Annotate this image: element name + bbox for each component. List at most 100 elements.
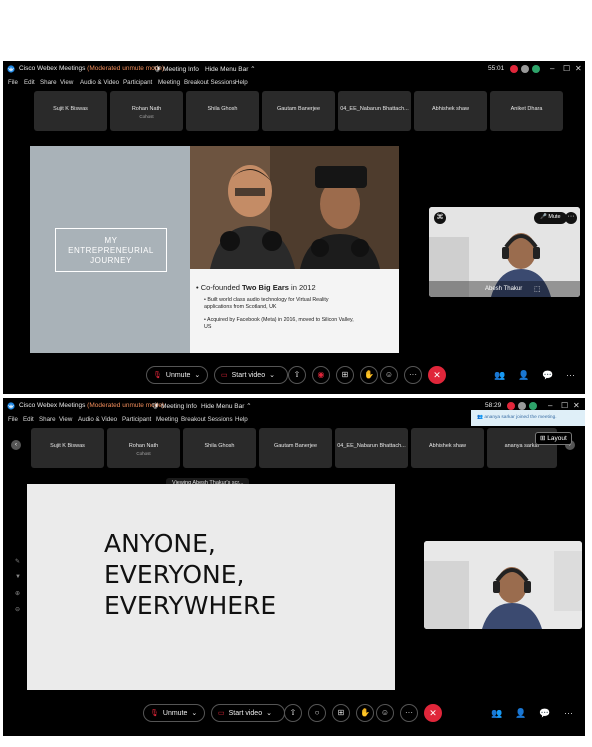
record-button[interactable]: ◉ — [312, 366, 330, 384]
participant-tile[interactable]: Rohan Nath Cohost — [107, 428, 180, 468]
menu-breakout-sessions[interactable]: Breakout Sessions — [181, 416, 233, 423]
more-panels-icon[interactable]: ··· — [566, 370, 575, 380]
menu-audio-video[interactable]: Audio & Video — [78, 416, 117, 423]
menu-audio-video[interactable]: Audio & Video — [80, 79, 119, 86]
chevron-down-icon: ⌄ — [191, 710, 198, 717]
menu-help[interactable]: Help — [235, 416, 248, 423]
start-video-button[interactable]: ▭ Start video ⌄ — [214, 366, 288, 384]
menu-view[interactable]: View — [59, 416, 72, 423]
more-button[interactable]: ··· — [400, 704, 418, 722]
unmute-button[interactable]: 🎙 Unmute ⌄ — [146, 366, 208, 384]
shared-slide: MY ENTREPRENEURIAL JOURNEY • Co-founded … — [30, 146, 399, 353]
control-bar: 🎙 Unmute ⌄ ▭ Start video ⌄ ⇧ ◉ ⊞ ✋ ☺ ··· ✕ 👥… — [3, 366, 585, 390]
chevron-down-icon: ⌄ — [266, 710, 272, 717]
menu-share[interactable]: Share — [39, 416, 56, 423]
participant-tile[interactable]: Abhishek shaw — [414, 91, 487, 131]
app-title: Cisco Webex Meetings (Moderated unmute m… — [19, 402, 165, 409]
menu-participant[interactable]: Participant — [123, 79, 152, 86]
chevron-down-icon: ⌄ — [194, 372, 201, 379]
more-button[interactable]: ··· — [404, 366, 422, 384]
apps-button[interactable]: ⊞ — [336, 366, 354, 384]
participant-tile[interactable]: Aniket Dhara — [490, 91, 563, 131]
share-screen-button[interactable]: ⇧ — [288, 366, 306, 384]
chat-icon[interactable]: 💬 — [542, 370, 553, 381]
menu-edit[interactable]: Edit — [23, 416, 34, 423]
maximize-button[interactable]: ☐ — [563, 64, 570, 73]
mic-muted-icon: 🎙 — [153, 372, 162, 379]
mute-participant-button[interactable]: 🎤 Mute — [534, 212, 567, 224]
menu-meeting[interactable]: Meeting — [158, 79, 180, 86]
participant-tile[interactable]: Gautam Banerjee — [259, 428, 332, 468]
unmute-button[interactable]: 🎙 Unmute ⌄ — [143, 704, 205, 722]
more-panels-icon[interactable]: ··· — [564, 708, 573, 718]
leave-meeting-button[interactable]: ✕ — [428, 366, 446, 384]
meeting-info-button[interactable]: 🛡 Meeting Info — [151, 402, 197, 410]
maximize-button[interactable]: ☐ — [561, 401, 568, 410]
participants-icon[interactable]: 👥 — [494, 370, 505, 381]
zoom-out-icon[interactable]: ⊖ — [15, 606, 20, 613]
speaker-video[interactable] — [424, 541, 582, 629]
menu-view[interactable]: View — [60, 79, 73, 86]
participants-icon[interactable]: 👥 — [491, 708, 502, 719]
share-icon[interactable]: ⬚ — [534, 285, 541, 293]
menu-edit[interactable]: Edit — [24, 79, 35, 86]
meeting-timer: 55:01 — [488, 65, 505, 72]
control-bar: 🎙 Unmute ⌄ ▭ Start video ⌄ ⇧ ○ ⊞ ✋ ☺ ··· ✕ 👥… — [3, 704, 585, 728]
slide-title-box: MY ENTREPRENEURIAL JOURNEY — [55, 228, 167, 272]
reactions-button[interactable]: ☺ — [380, 366, 398, 384]
recording-icon — [510, 65, 518, 73]
menu-participant[interactable]: Participant — [122, 416, 151, 423]
menu-help[interactable]: Help — [235, 79, 248, 86]
participant-tile[interactable]: Abhishek shaw — [411, 428, 484, 468]
participant-tile[interactable]: Gautam Banerjee — [262, 91, 335, 131]
minimize-button[interactable]: – — [548, 401, 552, 410]
chevron-left-icon[interactable]: ‹ — [11, 440, 21, 450]
start-video-button[interactable]: ▭ Start video ⌄ — [211, 704, 285, 722]
layout-button[interactable]: ⊞ Layout — [535, 432, 572, 445]
close-button[interactable]: ✕ — [575, 64, 582, 73]
connection-icon — [529, 402, 537, 410]
webex-logo-icon — [7, 402, 15, 410]
speaker-video[interactable]: ⌘ 🎤 Mute ··· Abesh Thakur ⬚ — [429, 207, 580, 297]
raise-hand-button[interactable]: ✋ — [356, 704, 374, 722]
mic-muted-icon: 🎙 — [150, 710, 159, 717]
app-title: Cisco Webex Meetings (Moderated unmute m… — [19, 65, 165, 72]
participant-list-icon[interactable]: 👤 — [515, 708, 526, 719]
chat-icon[interactable]: 💬 — [539, 708, 550, 719]
more-options-icon[interactable]: ··· — [565, 212, 577, 224]
share-screen-button[interactable]: ⇧ — [284, 704, 302, 722]
participant-tile[interactable]: 04_EE_Nabarun Bhattach... — [338, 91, 411, 131]
participant-tile[interactable]: Shila Ghosh — [183, 428, 256, 468]
meeting-timer: 58:29 — [485, 402, 502, 409]
meeting-info-button[interactable]: 🛡 Meeting Info — [153, 65, 199, 73]
participant-tile[interactable]: Rohan Nath Cohost — [110, 91, 183, 131]
close-button[interactable]: ✕ — [573, 401, 580, 410]
pointer-icon[interactable]: ▼ — [15, 574, 21, 580]
apps-button[interactable]: ⊞ — [332, 704, 350, 722]
participant-tile[interactable]: 04_EE_Nabarun Bhattach... — [335, 428, 408, 468]
founders-photo — [190, 146, 399, 269]
hide-menu-bar-button[interactable]: Hide Menu Bar ⌃ — [201, 402, 252, 410]
pin-icon[interactable]: ⌘ — [434, 212, 446, 224]
participant-tile[interactable]: Sujit K Biswas — [34, 91, 107, 131]
menu-file[interactable]: File — [8, 79, 18, 86]
menu-breakout-sessions[interactable]: Breakout Sessions — [184, 79, 236, 86]
menu-file[interactable]: File — [8, 416, 18, 423]
participant-tile[interactable]: Sujit K Biswas — [31, 428, 104, 468]
slide-left-panel: MY ENTREPRENEURIAL JOURNEY — [30, 146, 190, 353]
hide-menu-bar-button[interactable]: Hide Menu Bar ⌃ — [205, 65, 256, 73]
zoom-in-icon[interactable]: ⊕ — [15, 590, 20, 597]
shared-slide: ANYONE, EVERYONE, EVERYWHERE — [27, 484, 395, 690]
camera-off-icon: ▭ — [218, 710, 225, 717]
reactions-button[interactable]: ☺ — [376, 704, 394, 722]
slide-bullet: • Acquired by Facebook (Meta) in 2016, m… — [204, 317, 354, 330]
participant-tile[interactable]: Shila Ghosh — [186, 91, 259, 131]
raise-hand-button[interactable]: ✋ — [360, 366, 378, 384]
annotate-icon[interactable]: ✎ — [15, 558, 20, 565]
participant-list-icon[interactable]: 👤 — [518, 370, 529, 381]
menu-meeting[interactable]: Meeting — [156, 416, 178, 423]
leave-meeting-button[interactable]: ✕ — [424, 704, 442, 722]
menu-share[interactable]: Share — [40, 79, 57, 86]
minimize-button[interactable]: – — [550, 64, 554, 73]
record-button[interactable]: ○ — [308, 704, 326, 722]
